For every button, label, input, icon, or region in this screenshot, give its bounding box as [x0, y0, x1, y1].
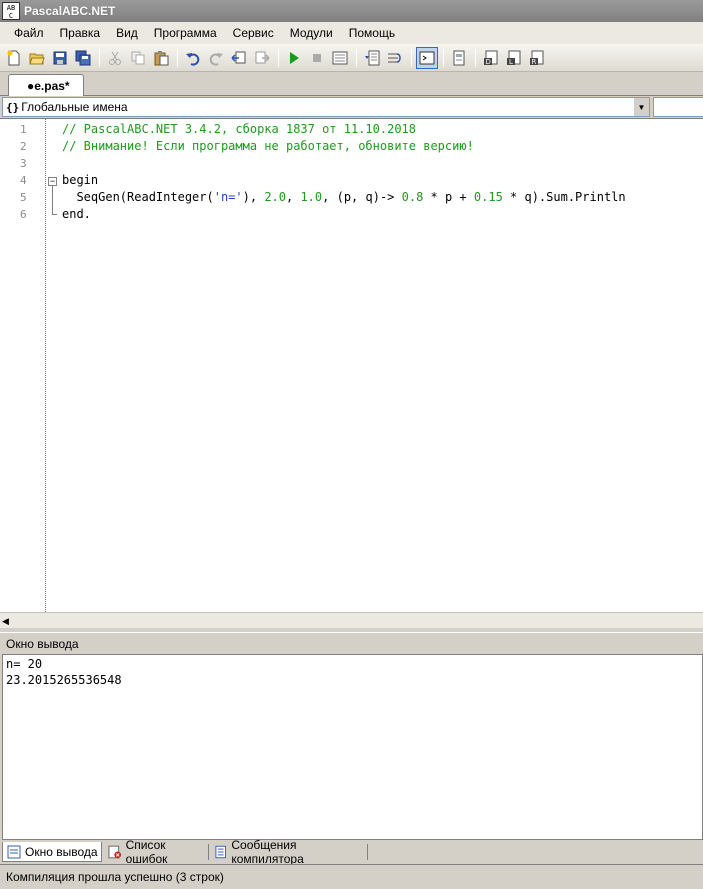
line-number: 2	[20, 140, 27, 153]
compile-icon[interactable]	[329, 47, 351, 69]
line-number: 6	[20, 208, 27, 221]
cut-icon[interactable]	[104, 47, 126, 69]
toolbar-separator	[99, 48, 100, 67]
fold-collapse-icon[interactable]: −	[48, 177, 57, 186]
title-bar: AB C PascalABC.NET	[0, 0, 703, 22]
stop-icon[interactable]	[306, 47, 328, 69]
debug-step-icon[interactable]	[361, 47, 383, 69]
undo-icon[interactable]	[182, 47, 204, 69]
tab-output-window[interactable]: Окно вывода	[2, 842, 102, 862]
line-number: 3	[20, 157, 27, 170]
toolbar-separator	[411, 48, 412, 67]
chevron-down-icon[interactable]: ▼	[633, 98, 649, 116]
paste-icon[interactable]	[150, 47, 172, 69]
svg-text:L: L	[509, 58, 513, 66]
output-window-tab-icon	[7, 845, 21, 858]
code-token: ,	[286, 190, 301, 204]
code-string: 'n='	[213, 190, 243, 204]
toolbar-separator	[356, 48, 357, 67]
output-window-icon[interactable]	[416, 46, 438, 69]
navigate-forward-icon[interactable]	[251, 47, 273, 69]
new-file-icon[interactable]	[3, 47, 25, 69]
names-bar: {} Глобальные имена ▼	[0, 96, 703, 118]
unit-d-icon[interactable]: D	[480, 47, 502, 69]
code-token: * q).Sum.Println	[502, 190, 626, 204]
fold-line	[52, 186, 53, 214]
line-number: 1	[20, 123, 27, 136]
code-line-5: SeqGen(ReadInteger('n='), 2.0, 1.0, (p, …	[62, 189, 626, 206]
menu-service[interactable]: Сервис	[225, 23, 282, 43]
toolbar-separator	[177, 48, 178, 67]
line-number: 5	[20, 191, 27, 204]
tab-output-window-label: Окно вывода	[25, 844, 98, 859]
code-token: ),	[242, 190, 265, 204]
bottom-tabs: Окно вывода Список ошибок Сообщения комп…	[0, 838, 703, 866]
output-panel-header: Окно вывода	[0, 632, 703, 654]
redo-icon[interactable]	[205, 47, 227, 69]
tab-separator	[208, 844, 209, 860]
tab-error-list-label: Список ошибок	[125, 838, 168, 866]
unit-l-icon[interactable]: L	[503, 47, 525, 69]
status-bar: Компиляция прошла успешно (3 строк)	[0, 864, 703, 889]
tab-e-pas[interactable]: ●e.pas*	[8, 74, 84, 96]
svg-text:R: R	[532, 58, 537, 66]
code-number: 2.0	[264, 190, 286, 204]
menu-program[interactable]: Программа	[146, 23, 225, 43]
save-icon[interactable]	[49, 47, 71, 69]
app-logo-icon: AB C	[2, 2, 20, 20]
debug-step-over-icon[interactable]	[384, 47, 406, 69]
open-file-icon[interactable]	[26, 47, 48, 69]
line-number: 4	[20, 174, 27, 187]
error-list-icon	[108, 845, 122, 859]
menu-edit[interactable]: Правка	[52, 23, 109, 43]
navigate-back-icon[interactable]	[228, 47, 250, 69]
output-line: n= 20	[6, 657, 43, 671]
tab-compiler-messages[interactable]: Сообщения компилятора	[210, 838, 366, 866]
menu-help[interactable]: Помощь	[341, 23, 403, 43]
code-token: , (p, q)->	[322, 190, 402, 204]
code-token: * p +	[423, 190, 474, 204]
form-icon[interactable]	[448, 47, 470, 69]
code-line-2: // Внимание! Если программа не работает,…	[62, 139, 474, 153]
run-icon[interactable]	[283, 47, 305, 69]
code-token: SeqGen(ReadInteger(	[62, 190, 214, 204]
braces-icon: {}	[6, 100, 20, 114]
toolbar: D L R	[0, 44, 703, 72]
window-title: PascalABC.NET	[24, 4, 116, 18]
compiler-messages-icon	[215, 845, 226, 859]
tab-separator	[367, 844, 368, 860]
output-line: 23.2015265536548	[6, 673, 122, 687]
unit-r-icon[interactable]: R	[526, 47, 548, 69]
menu-modules[interactable]: Модули	[282, 23, 341, 43]
menu-bar: Файл Правка Вид Программа Сервис Модули …	[0, 22, 703, 44]
code-number: 0.8	[401, 190, 424, 204]
code-line-6: end.	[62, 207, 91, 221]
toolbar-separator	[443, 48, 444, 67]
members-dropdown[interactable]	[653, 97, 703, 117]
global-names-dropdown[interactable]: {} Глобальные имена ▼	[2, 97, 650, 117]
fold-end	[52, 214, 57, 215]
toolbar-separator	[278, 48, 279, 67]
menu-view[interactable]: Вид	[108, 23, 146, 43]
code-editor[interactable]: 1 2 3 4 5 6 − // PascalABC.NET 3.4.2, сб…	[0, 118, 703, 612]
document-tabstrip: ●e.pas*	[0, 72, 703, 96]
horizontal-scrollbar[interactable]: ◀	[0, 612, 703, 628]
status-text: Компиляция прошла успешно (3 строк)	[6, 870, 224, 884]
tab-compiler-messages-label: Сообщения компилятора	[231, 838, 304, 866]
save-all-icon[interactable]	[72, 47, 94, 69]
code-number: 0.15	[473, 190, 503, 204]
scroll-left-icon[interactable]: ◀	[2, 615, 14, 627]
toolbar-separator	[475, 48, 476, 67]
menu-file[interactable]: Файл	[6, 23, 52, 43]
code-number: 1.0	[300, 190, 323, 204]
code-line-1: // PascalABC.NET 3.4.2, сборка 1837 от 1…	[62, 122, 417, 136]
svg-text:D: D	[486, 58, 491, 66]
code-line-4: begin	[62, 173, 99, 187]
global-names-label: Глобальные имена	[21, 100, 128, 114]
tab-error-list[interactable]: Список ошибок	[104, 838, 208, 866]
copy-icon[interactable]	[127, 47, 149, 69]
output-area[interactable]: n= 20 23.2015265536548	[2, 654, 703, 840]
